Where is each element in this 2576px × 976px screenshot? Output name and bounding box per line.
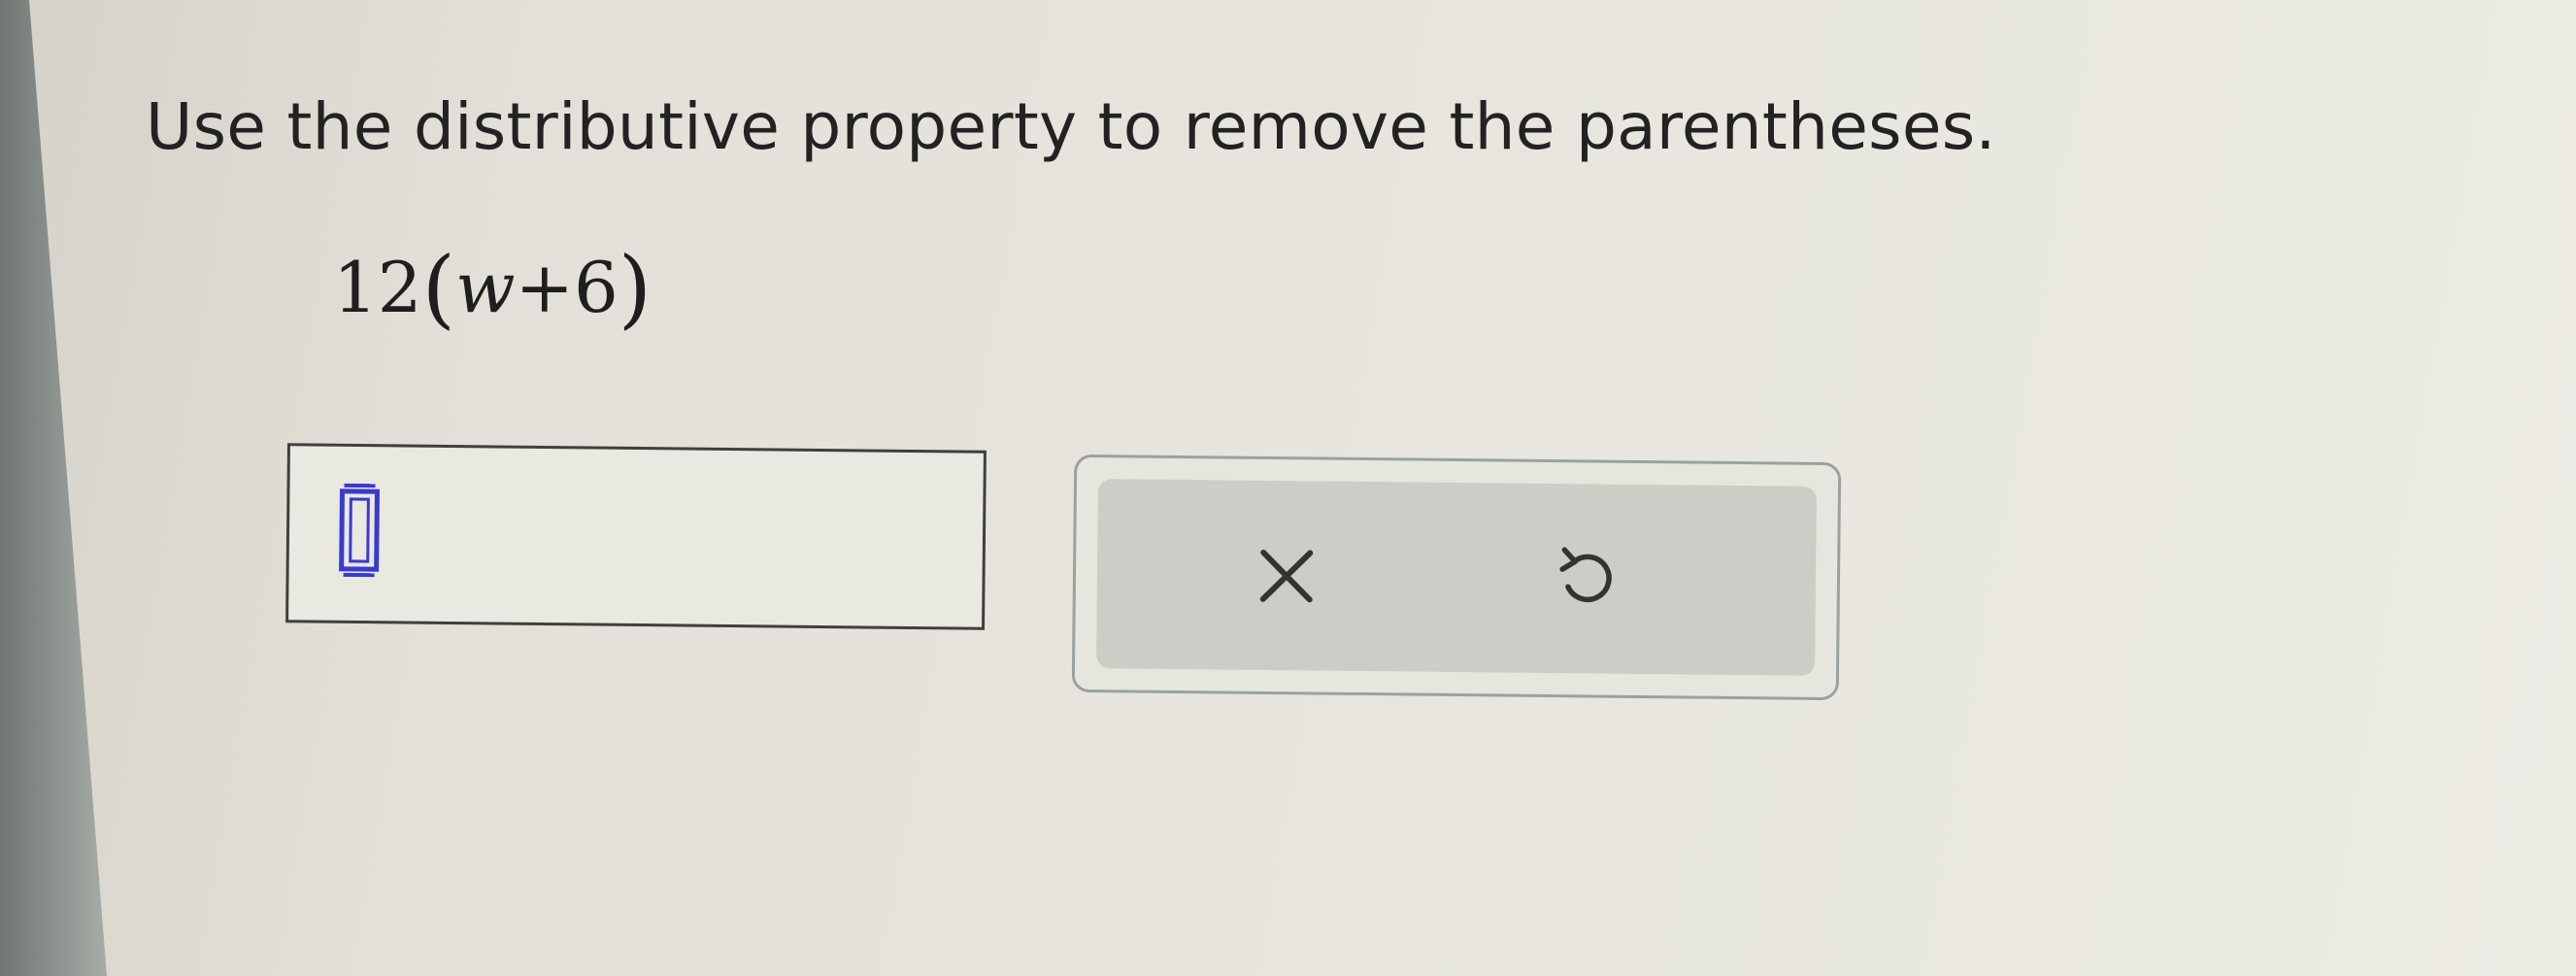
undo-icon xyxy=(1559,546,1612,602)
expression-coefficient: 12 xyxy=(333,247,422,328)
x-icon xyxy=(1259,549,1314,602)
expression-operator: + xyxy=(515,247,574,328)
question-prompt: Use the distributive property to remove … xyxy=(146,89,1996,164)
expression-constant: 6 xyxy=(573,247,619,328)
expression-close-paren: ) xyxy=(618,238,652,338)
action-toolbar xyxy=(1071,454,1842,701)
monitor-bezel xyxy=(0,0,107,976)
math-expression: 12(w+6) xyxy=(333,238,652,338)
expression-variable: w xyxy=(454,247,516,328)
answer-input[interactable] xyxy=(285,443,987,630)
action-panel xyxy=(1095,479,1818,676)
empty-box-template-icon[interactable] xyxy=(329,478,388,586)
expression-open-paren: ( xyxy=(421,238,455,338)
clear-button[interactable] xyxy=(1232,522,1340,629)
undo-button[interactable] xyxy=(1533,524,1641,632)
